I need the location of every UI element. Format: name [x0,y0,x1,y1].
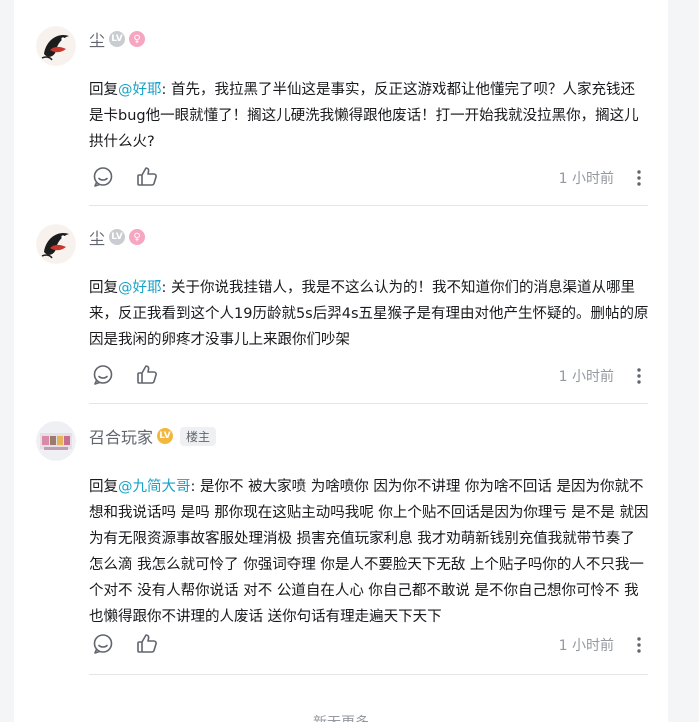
female-gender-icon: ♀ [129,31,146,47]
divider [89,205,648,206]
level-badge-icon: LV [109,31,126,47]
divider [89,674,648,675]
avatar[interactable] [36,421,76,461]
comment-actions: 1 小时前 [89,363,649,389]
user-info: 尘 LV ♀ [89,225,146,249]
thumbs-up-icon[interactable] [135,632,159,656]
reply-prefix: 回复 [89,479,118,495]
no-more-text: 新无更多 [14,712,668,722]
comment-time: 1 小时前 [558,638,614,654]
more-icon[interactable] [629,365,649,387]
reply-prefix: 回复 [89,280,118,296]
mention-link[interactable]: @好耶 [118,82,162,98]
level-badge-icon: LV [109,229,126,245]
comment-actions: 1 小时前 [89,165,649,191]
mention-link[interactable]: @九简大哥 [118,479,191,495]
mention-link[interactable]: @好耶 [118,280,162,296]
female-gender-icon: ♀ [129,229,146,245]
comment-list: 尘 LV ♀ 回复@好耶: 首先，我拉黑了半仙这是事实，反正这游戏都让他懂完了呗… [14,0,668,722]
more-icon[interactable] [629,167,649,189]
thumbs-up-icon[interactable] [135,165,159,189]
comment-icon[interactable] [91,363,115,387]
comment-body: : 是你不 被大家喷 为啥喷你 因为你不讲理 你为啥不回话 是因为你就不想和我说… [89,479,649,625]
avatar[interactable] [36,224,76,264]
comment-actions: 1 小时前 [89,632,649,658]
avatar-collage-image [36,421,76,461]
more-icon[interactable] [629,634,649,656]
comment-text: 回复@九简大哥: 是你不 被大家喷 为啥喷你 因为你不讲理 你为啥不回话 是因为… [89,474,649,630]
reply-prefix: 回复 [89,82,118,98]
avatar[interactable] [36,26,76,66]
divider [89,403,648,404]
user-info: 尘 LV ♀ [89,27,146,51]
comment-text: 回复@好耶: 首先，我拉黑了半仙这是事实，反正这游戏都让他懂完了呗？人家充钱还是… [89,77,649,155]
comment-time: 1 小时前 [558,369,614,385]
username[interactable]: 尘 [89,225,105,249]
avatar-koi-image [36,224,76,264]
level-badge-icon: LV [157,428,174,444]
comment-icon[interactable] [91,165,115,189]
user-info: 召合玩家 LV 楼主 [89,424,217,448]
comment-icon[interactable] [91,632,115,656]
username[interactable]: 召合玩家 [89,424,153,448]
comment-text: 回复@好耶: 关于你说我挂错人，我是不这么认为的！我不知道你们的消息渠道从哪里来… [89,275,649,353]
owner-badge: 楼主 [180,426,217,446]
comment-time: 1 小时前 [558,171,614,187]
avatar-koi-image [36,26,76,66]
comment-body: : 首先，我拉黑了半仙这是事实，反正这游戏都让他懂完了呗？人家充钱还是卡bug他… [89,82,639,150]
comment-body: : 关于你说我挂错人，我是不这么认为的！我不知道你们的消息渠道从哪里来，反正我看… [89,280,649,348]
thumbs-up-icon[interactable] [135,363,159,387]
username[interactable]: 尘 [89,27,105,51]
